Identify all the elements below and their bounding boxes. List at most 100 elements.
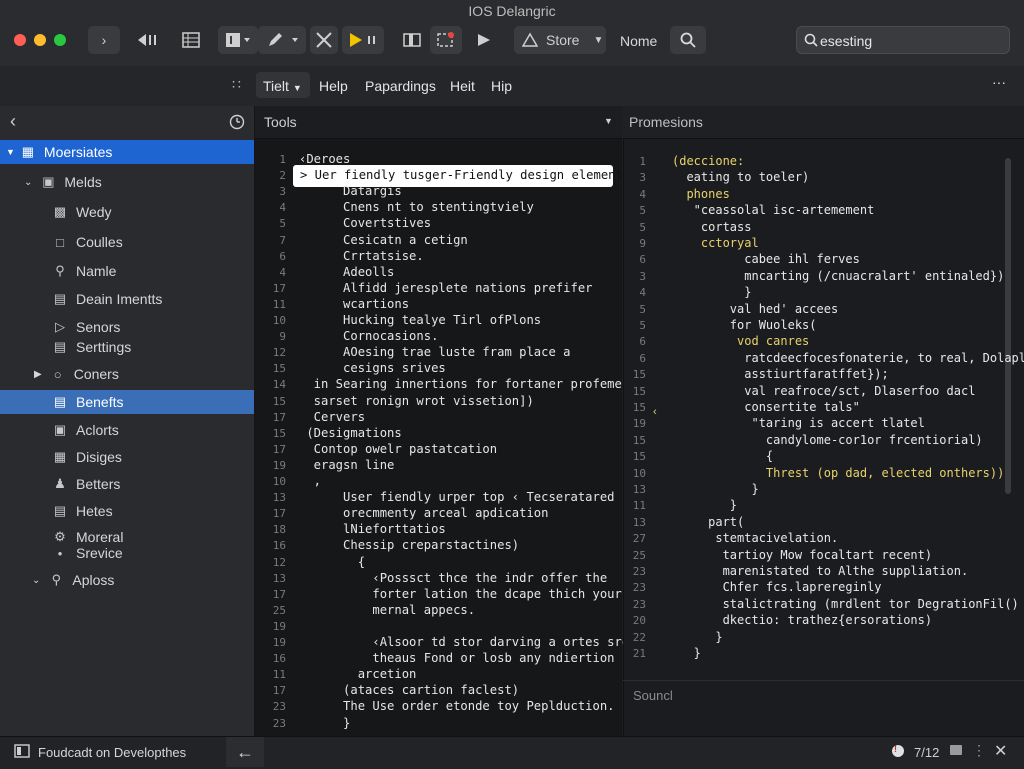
code-line[interactable]: AOesing trae luste fram place a xyxy=(299,345,570,359)
sidebar-item-namle[interactable]: ⚲ Namle xyxy=(0,259,254,283)
code-line[interactable]: lNieforttatios xyxy=(299,522,446,536)
step-back-button[interactable] xyxy=(130,26,166,54)
device-label[interactable]: Nome xyxy=(620,33,657,49)
inspector-code-line[interactable]: for Wuoleks( xyxy=(672,318,817,332)
sidebar-item-benefts[interactable]: ▤ Benefts xyxy=(0,390,254,414)
code-line[interactable]: cesigns srives xyxy=(299,361,446,375)
sidebar-item-moersiates[interactable]: ▼ ▦ Moersiates xyxy=(0,140,254,164)
code-line[interactable]: eragsn line xyxy=(299,458,395,472)
close-window-button[interactable] xyxy=(14,34,26,46)
scheme-selector[interactable]: Store ▼ xyxy=(514,26,606,54)
code-line[interactable]: sarset ronign wrot vissetion]) xyxy=(299,394,534,408)
code-line[interactable]: Cornocasions. xyxy=(299,329,438,343)
inspector-code-line[interactable]: } xyxy=(672,498,737,512)
inspector-code-line[interactable]: val hed' accees xyxy=(672,302,838,316)
code-line[interactable]: Crrtatsise. xyxy=(299,249,424,263)
zoom-window-button[interactable] xyxy=(54,34,66,46)
inspector-code-line[interactable]: phones xyxy=(672,187,729,201)
run-button[interactable] xyxy=(342,26,384,54)
inspector-code-line[interactable]: marenistated to Althe suppliation. xyxy=(672,564,969,578)
sidebar-item-hetes[interactable]: ▤ Hetes xyxy=(0,499,254,523)
code-line[interactable]: , xyxy=(299,474,321,488)
inspector-code-line[interactable]: } xyxy=(672,646,701,660)
more-menu-button[interactable]: ··· xyxy=(992,74,1006,90)
code-line[interactable]: Alfidd jeresplete nations prefifer xyxy=(299,281,592,295)
code-line[interactable]: orecmmenty arceal apdication xyxy=(299,506,548,520)
inspector-code-line[interactable]: } xyxy=(672,285,751,299)
code-line[interactable]: Covertstives xyxy=(299,216,431,230)
inspector-code-line[interactable]: cctoryal xyxy=(672,236,759,250)
code-line[interactable]: { xyxy=(299,555,365,569)
close-icon[interactable]: ✕ xyxy=(994,741,1007,761)
menubar-grid-icon[interactable]: ∷ xyxy=(232,76,241,93)
sidebar-item-aclorts[interactable]: ▣ Aclorts xyxy=(0,418,254,442)
menu-item-help[interactable]: Help xyxy=(319,78,348,94)
inspector-code-line[interactable]: part( xyxy=(672,515,744,529)
code-line[interactable]: arcetion xyxy=(299,667,417,681)
inspector-scrollbar[interactable] xyxy=(1005,158,1011,494)
sidebar-item-wedy[interactable]: ▩ Wedy xyxy=(0,200,254,224)
inspector-code-line[interactable]: stalictrating (mrdlent tor DegrationFil(… xyxy=(672,597,1019,611)
sidebar-item-disiges[interactable]: ▦ Disiges xyxy=(0,445,254,469)
transform-button[interactable] xyxy=(310,26,338,54)
inspector-code-line[interactable]: "taring is accert tlatel xyxy=(672,416,924,430)
sidebar-item-coners[interactable]: ▶ ○ Coners xyxy=(0,362,254,386)
grid-button[interactable] xyxy=(176,26,206,54)
sidebar-item-coulles[interactable]: □ Coulles xyxy=(0,230,254,254)
menu-item-tielt[interactable]: Tielt ▼ xyxy=(263,78,302,94)
code-line[interactable]: Adeolls xyxy=(299,265,394,279)
inspector-code-line[interactable]: consertite tals" xyxy=(672,400,860,414)
code-line[interactable]: forter lation the dcape thich your xyxy=(299,587,622,601)
inspector-code-line[interactable]: dkectio: trathez{ersorations) xyxy=(672,613,933,627)
inspector-code-line[interactable]: vod canres xyxy=(672,334,809,348)
sidebar-item-srevice[interactable]: • Srevice xyxy=(0,541,254,565)
code-line[interactable]: wcartions xyxy=(299,297,409,311)
inspector-code-line[interactable]: Chfer fcs.laprereginly xyxy=(672,580,882,594)
inspector-code-line[interactable]: (deccione: xyxy=(672,154,744,168)
sidebar-item-aploss[interactable]: ⌄ ⚲ Aploss xyxy=(0,568,254,592)
record-button[interactable] xyxy=(430,26,462,54)
status-panel-icon[interactable] xyxy=(14,744,30,763)
inspector-code-line[interactable]: "ceassolal isc-artemement xyxy=(672,203,875,217)
menu-item-heit[interactable]: Heit xyxy=(450,78,475,94)
forward-play-button[interactable] xyxy=(466,26,502,54)
inspector-code-line[interactable]: tartioy Mow focaltart recent) xyxy=(672,548,933,562)
code-line[interactable]: theaus Fond or losb any ndiertion xyxy=(299,651,614,665)
toolbar-search-button[interactable] xyxy=(670,26,706,54)
inspector-code-line[interactable]: candylome-cor1or frcentiorial) xyxy=(672,433,983,447)
sidebar-history-button[interactable] xyxy=(229,114,245,135)
breakpoint-marker[interactable]: ‹ xyxy=(653,406,657,418)
folder-icon[interactable] xyxy=(950,745,962,755)
inspector-code-line[interactable]: } xyxy=(672,630,722,644)
sidebar-item-serttings[interactable]: ▤ Serttings xyxy=(0,335,254,359)
inspector-code-line[interactable]: } xyxy=(672,482,758,496)
forward-button[interactable]: › xyxy=(88,26,120,54)
menu-item-hip[interactable]: Hip xyxy=(491,78,512,94)
code-line[interactable]: ‹Alsoor td stor darving a ortes srott, xyxy=(299,635,651,649)
minimize-window-button[interactable] xyxy=(34,34,46,46)
inspector-code-line[interactable]: Threst (op dad, elected onthers)) xyxy=(672,466,1004,480)
search-input-value[interactable]: esesting xyxy=(820,33,872,49)
layout-menu-button[interactable] xyxy=(218,26,258,54)
sidebar-item-betters[interactable]: ♟ Betters xyxy=(0,472,254,496)
inspector-code-line[interactable]: val reafroce/sct, Dlaserfoo dacl xyxy=(672,384,975,398)
code-line[interactable]: User fiendly urper top ‹ Tecseratared ug xyxy=(299,490,637,504)
sidebar-back-button[interactable]: ‹ xyxy=(10,111,16,132)
code-line[interactable]: Cnens nt to stentingtviely xyxy=(299,200,534,214)
code-line[interactable]: The Use order etonde toy Peplduction. xyxy=(299,699,615,713)
inspector-code-line[interactable]: cabee ihl ferves xyxy=(672,252,860,266)
inspector-code-line[interactable]: asstiurtfaratffet}); xyxy=(672,367,889,381)
code-line[interactable]: (ataces cartion faclest) xyxy=(299,683,519,697)
code-line[interactable]: Contop owelr pastatcation xyxy=(299,442,497,456)
sidebar-item-melds[interactable]: ⌄ ▣ Melds xyxy=(0,170,254,194)
inspector-code-line[interactable]: cortass xyxy=(672,220,752,234)
code-line[interactable]: ‹Deroes xyxy=(299,152,350,166)
chevron-down-icon[interactable]: ▼ xyxy=(604,116,613,126)
code-line[interactable]: mernal appecs. xyxy=(299,603,475,617)
code-line[interactable]: in Searing innertions for fortaner profe… xyxy=(299,377,637,391)
menu-item-papardings[interactable]: Papardings xyxy=(365,78,436,94)
overflow-icon[interactable]: ⋮ xyxy=(972,742,986,759)
inspector-code-line[interactable]: stemtacivelation. xyxy=(672,531,838,545)
library-button[interactable] xyxy=(398,26,426,54)
status-back-button[interactable]: ← xyxy=(226,737,264,767)
